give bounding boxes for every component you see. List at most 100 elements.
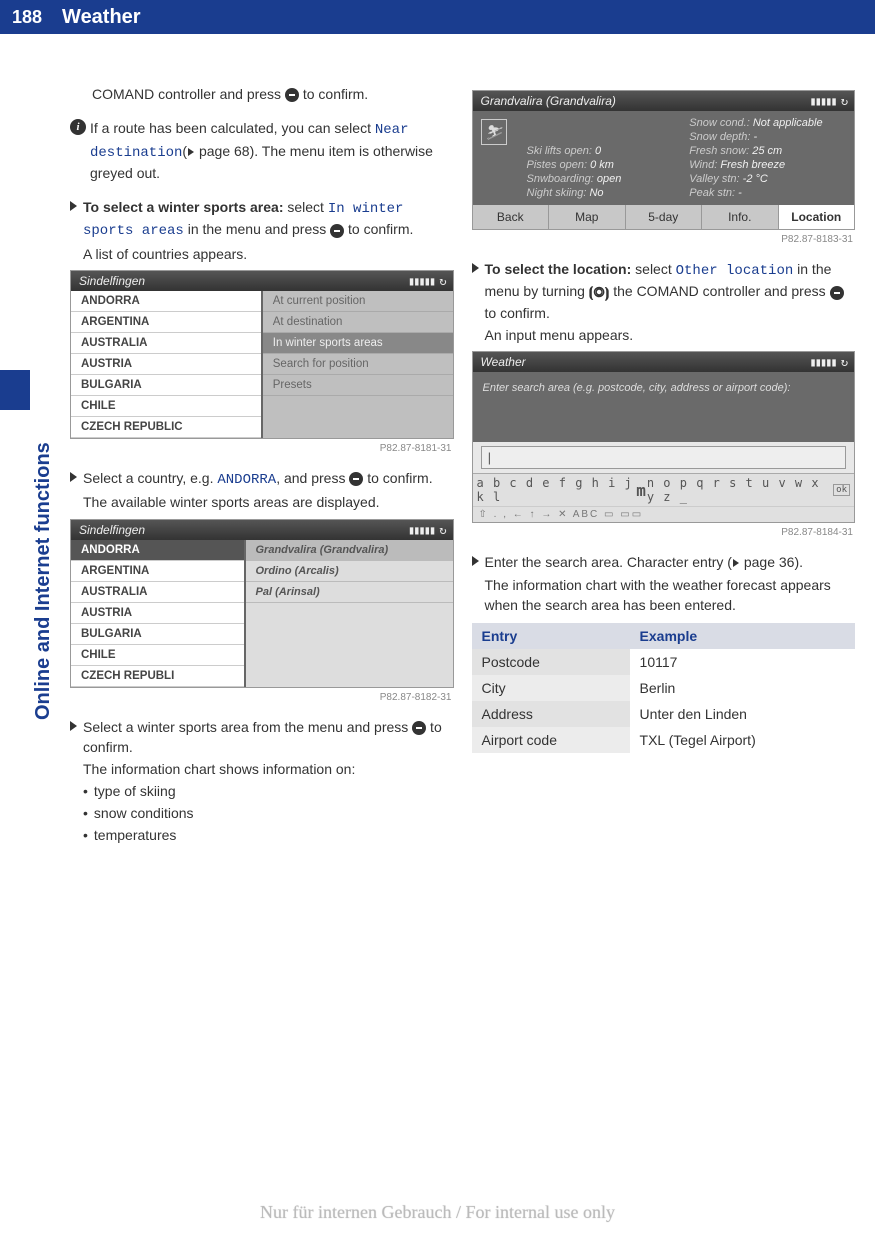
table-cell: 10117 [630,649,855,675]
entry-example-table: Entry Example Postcode 10117 City Berlin… [472,623,856,753]
kb-char-selected: m [636,481,646,500]
ss-title: Sindelfingen [79,523,145,537]
tab-info: Info. [701,205,778,229]
menu-item: At destination [263,312,453,333]
ss-title: Weather [481,355,526,369]
signal-icon: ▮▮▮▮▮ ↻ [809,355,846,369]
bullet-text: temperatures [94,824,176,846]
screenshot-caption: P82.87-8181-31 [70,443,452,454]
step-result: The information chart with the weather f… [485,575,856,616]
content-area: COMAND controller and press to confirm. … [0,34,875,871]
text: select [283,199,327,215]
controller-press-icon [830,286,844,300]
bullet-text: type of skiing [94,780,176,802]
skier-icon: ⛷ [481,119,507,145]
step-icon [70,201,77,211]
step-result: The information chart shows information … [83,759,454,779]
weather-tabs: Back Map 5-day Info. Location [473,205,855,229]
text: Enter the search area. Character entry ( [485,554,732,570]
screenshot-search: Weather ▮▮▮▮▮ ↻ Enter search area (e.g. … [472,351,856,523]
list-item: AUSTRALIA [71,582,244,603]
text: the COMAND controller and press [609,283,829,299]
list-item: AUSTRALIA [71,333,261,354]
step-heading: To select the location: [485,261,632,277]
keyboard-row2: ⇧ . , ← ↑ → ✕ ABC ▭ ▭▭ [473,506,855,522]
list-item: BULGARIA [71,624,244,645]
wx-value: Not applicable [753,117,823,129]
ss-title: Sindelfingen [79,274,145,288]
step-result: An input menu appears. [485,325,856,345]
step-enter-search: Enter the search area. Character entry (… [472,552,856,615]
list-item: ARGENTINA [71,312,261,333]
table-row: Postcode 10117 [472,649,856,675]
step-heading: To select a winter sports area: [83,199,283,215]
signal-icon: ▮▮▮▮▮ ↻ [809,94,846,108]
page-title: Weather [62,6,141,29]
list-item-selected: ANDORRA [71,540,244,561]
bullet-icon: • [83,802,88,824]
wx-label: Valley stn: [689,173,739,185]
info-note: i If a route has been calculated, you ca… [70,118,454,183]
controller-press-icon [330,224,344,238]
controller-press-icon [412,721,426,735]
step-result: A list of countries appears. [83,244,454,264]
text: to confirm. [485,305,550,321]
wx-label: Snwboarding: [527,173,594,185]
step-icon [472,263,479,273]
bullet-icon: • [83,824,88,846]
table-cell: Unter den Linden [630,701,855,727]
screenshot-caption: P82.87-8183-31 [472,234,854,245]
list-item: AUSTRIA [71,354,261,375]
text: in the menu and press [184,221,330,237]
menu-item: Search for position [263,354,453,375]
text: Select a country, e.g. [83,470,217,486]
table-cell: TXL (Tegel Airport) [630,727,855,753]
info-text: If a route has been calculated, you can … [90,118,454,183]
text: to confirm. [299,86,368,102]
wx-value: 0 km [590,159,614,171]
page-header: 188 Weather [0,0,875,34]
step-select-area: Select a winter sports area from the men… [70,717,454,847]
controller-press-icon [285,88,299,102]
wx-label: Wind: [689,159,717,171]
wx-label: Pistes open: [527,159,588,171]
text: , and press [276,470,349,486]
wx-label: Snow depth: [689,131,750,143]
wx-label: Snow cond.: [689,117,750,129]
step-icon [472,556,479,566]
wx-label: Peak stn: [689,187,735,199]
text: to confirm. [344,221,413,237]
list-item: BULGARIA [71,375,261,396]
page-ref-icon [733,559,739,567]
tab-location-selected: Location [778,205,855,229]
country-list: ANDORRA ARGENTINA AUSTRALIA AUSTRIA BULG… [71,540,246,687]
weather-grid: ⛷ Snow cond.: Not applicable Snow depth:… [473,111,855,205]
ss-titlebar: Weather ▮▮▮▮▮ ↻ [473,352,855,372]
screenshot-caption: P82.87-8182-31 [70,692,452,703]
list-item: ANDORRA [71,291,261,312]
table-header: Entry [472,623,630,649]
page-ref-icon [188,148,194,156]
screenshot-areas-list: Sindelfingen ▮▮▮▮▮ ↻ ANDORRA ARGENTINA A… [70,519,454,688]
text: COMAND controller and press [92,86,285,102]
context-menu: At current position At destination In wi… [263,291,453,438]
search-input: | [481,446,847,469]
info-icon: i [70,119,86,135]
continuation-text: COMAND controller and press to confirm. [70,84,454,104]
ss-titlebar: Sindelfingen ▮▮▮▮▮ ↻ [71,271,453,291]
list-item: CHILE [71,396,261,417]
ss-title: Grandvalira (Grandvalira) [481,94,616,108]
menu-item: At current position [263,291,453,312]
wx-value: 0 [595,145,601,157]
wx-label: Fresh snow: [689,145,749,157]
menu-item-selected: In winter sports areas [263,333,453,354]
controller-press-icon [349,472,363,486]
wx-value: - [753,131,757,143]
kb-chars: n o p q r s t u v w x y z _ [647,476,833,504]
step-select-country: Select a country, e.g. ANDORRA, and pres… [70,468,454,513]
wx-value: 25 cm [752,145,782,157]
table-cell: Postcode [472,649,630,675]
table-cell: City [472,675,630,701]
screenshot-weather-detail: Grandvalira (Grandvalira) ▮▮▮▮▮ ↻ ⛷ Snow… [472,90,856,230]
text: If a route has been calculated, you can … [90,120,375,136]
